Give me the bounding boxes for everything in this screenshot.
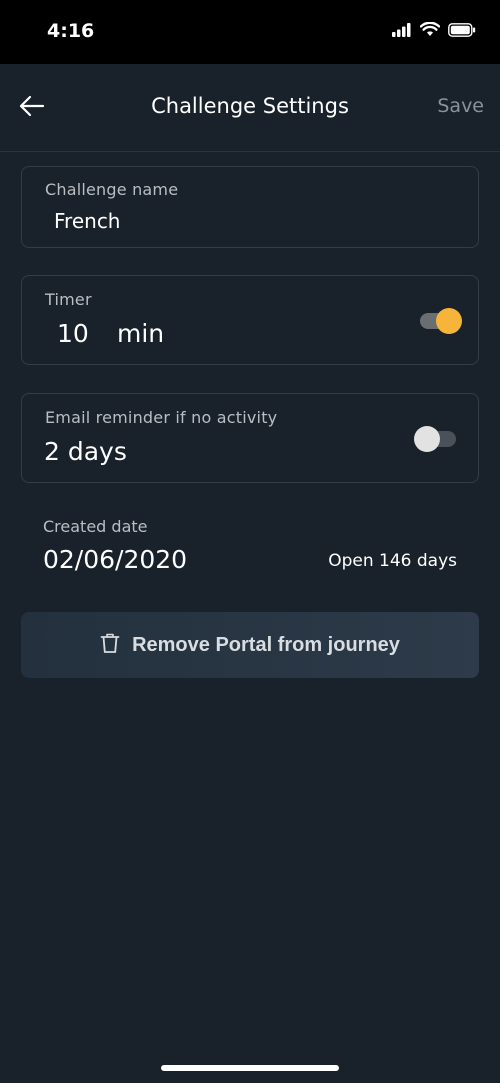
status-icons bbox=[392, 21, 476, 41]
signal-icon bbox=[392, 22, 412, 41]
home-indicator bbox=[161, 1065, 339, 1071]
battery-icon bbox=[448, 22, 476, 41]
timer-value[interactable]: 10 bbox=[57, 319, 89, 348]
open-days-text: Open 146 days bbox=[328, 551, 457, 571]
timer-label: Timer bbox=[45, 290, 92, 309]
remove-portal-label: Remove Portal from journey bbox=[132, 633, 400, 656]
remove-portal-button[interactable]: Remove Portal from journey bbox=[21, 612, 479, 678]
created-date-value: 02/06/2020 bbox=[43, 545, 188, 574]
challenge-name-label: Challenge name bbox=[45, 180, 179, 199]
email-reminder-card: Email reminder if no activity 2 days bbox=[21, 393, 479, 483]
wifi-icon bbox=[419, 21, 441, 41]
timer-unit: min bbox=[117, 319, 165, 348]
status-bar: 4:16 bbox=[0, 0, 500, 64]
save-button[interactable]: Save bbox=[437, 95, 484, 117]
nav-bar: Challenge Settings Save bbox=[0, 64, 500, 152]
page-title: Challenge Settings bbox=[151, 94, 349, 118]
challenge-name-field[interactable]: Challenge name bbox=[21, 166, 479, 248]
created-date-label: Created date bbox=[43, 517, 148, 536]
email-reminder-label: Email reminder if no activity bbox=[45, 408, 278, 427]
timer-card: Timer 10 min bbox=[21, 275, 479, 365]
status-time: 4:16 bbox=[47, 20, 95, 42]
email-reminder-toggle[interactable] bbox=[414, 426, 456, 452]
toggle-knob bbox=[414, 426, 440, 452]
timer-toggle[interactable] bbox=[420, 308, 462, 334]
toggle-knob bbox=[436, 308, 462, 334]
trash-icon bbox=[100, 632, 120, 658]
challenge-name-input[interactable] bbox=[54, 209, 434, 233]
email-reminder-value[interactable]: 2 days bbox=[44, 437, 127, 466]
